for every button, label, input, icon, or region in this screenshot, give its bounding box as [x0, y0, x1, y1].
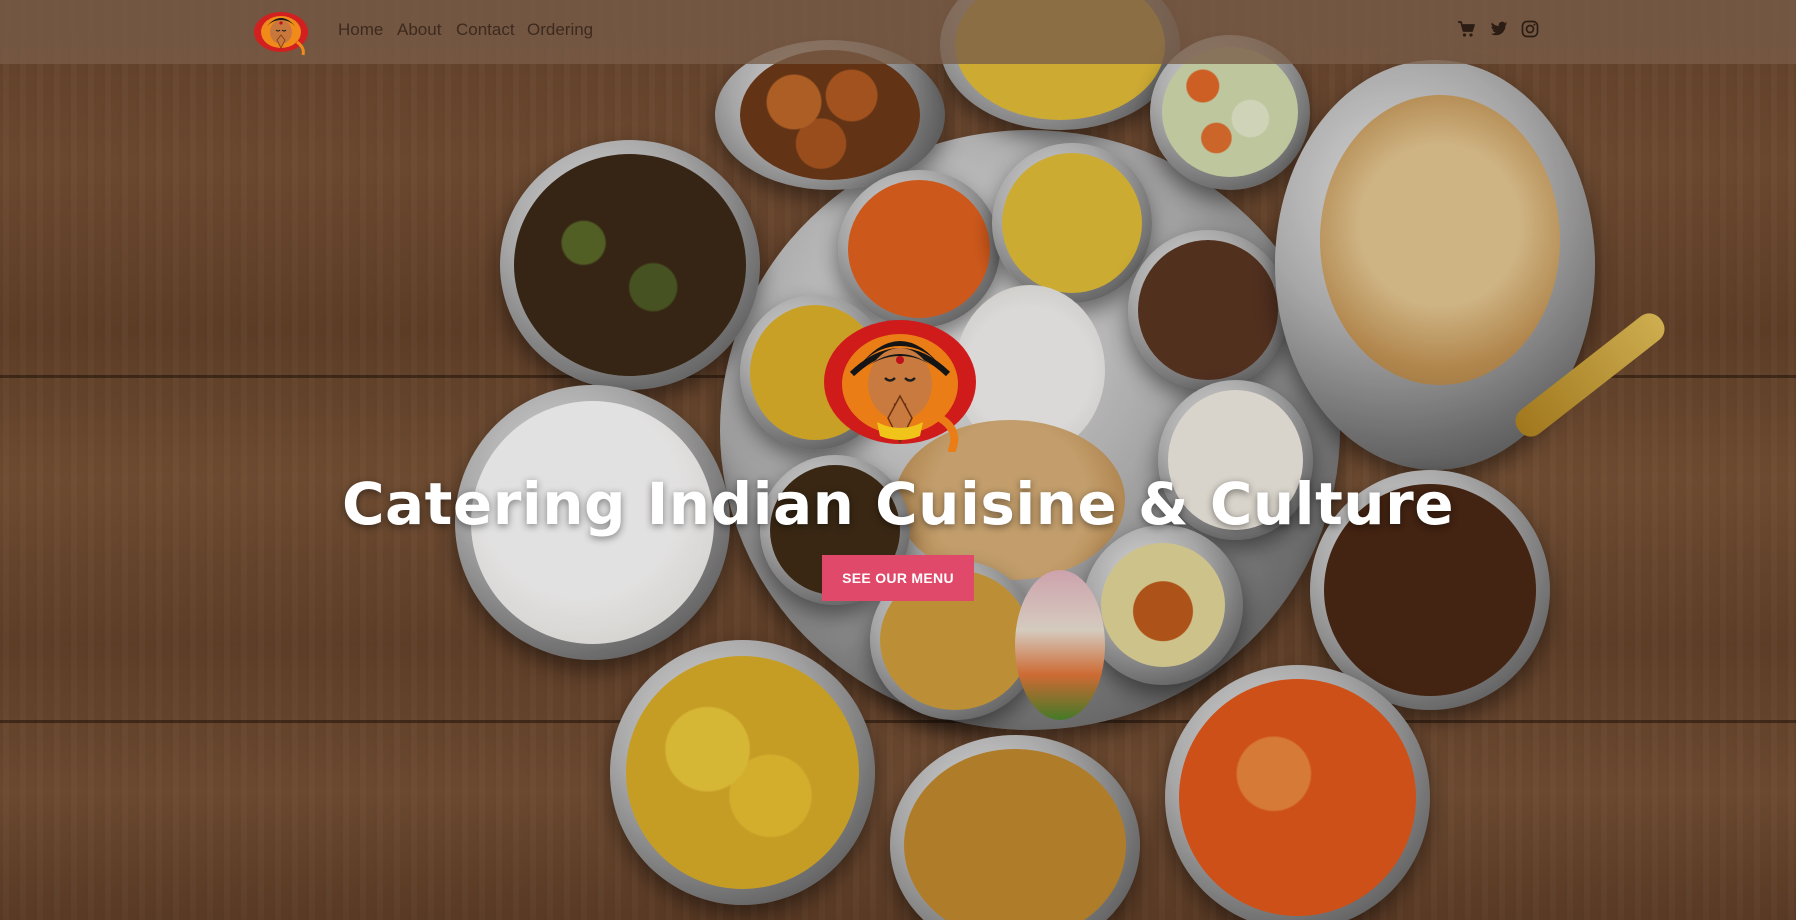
woman-namaste-logo-icon [822, 318, 980, 454]
nav-link-ordering[interactable]: Ordering [527, 20, 593, 40]
nav-link-contact[interactable]: Contact [456, 20, 515, 40]
cart-icon[interactable] [1457, 20, 1475, 38]
see-our-menu-button[interactable]: SEE OUR MENU [822, 555, 974, 601]
nav-link-about[interactable]: About [397, 20, 441, 40]
woman-namaste-logo-icon[interactable] [253, 8, 311, 56]
twitter-icon[interactable] [1490, 20, 1508, 38]
hero-background-image [0, 0, 1796, 920]
top-navbar: Home About Contact Ordering [0, 0, 1796, 64]
nav-link-home[interactable]: Home [338, 20, 383, 40]
hero-title: Catering Indian Cuisine & Culture [341, 470, 1455, 538]
instagram-icon[interactable] [1521, 20, 1539, 38]
